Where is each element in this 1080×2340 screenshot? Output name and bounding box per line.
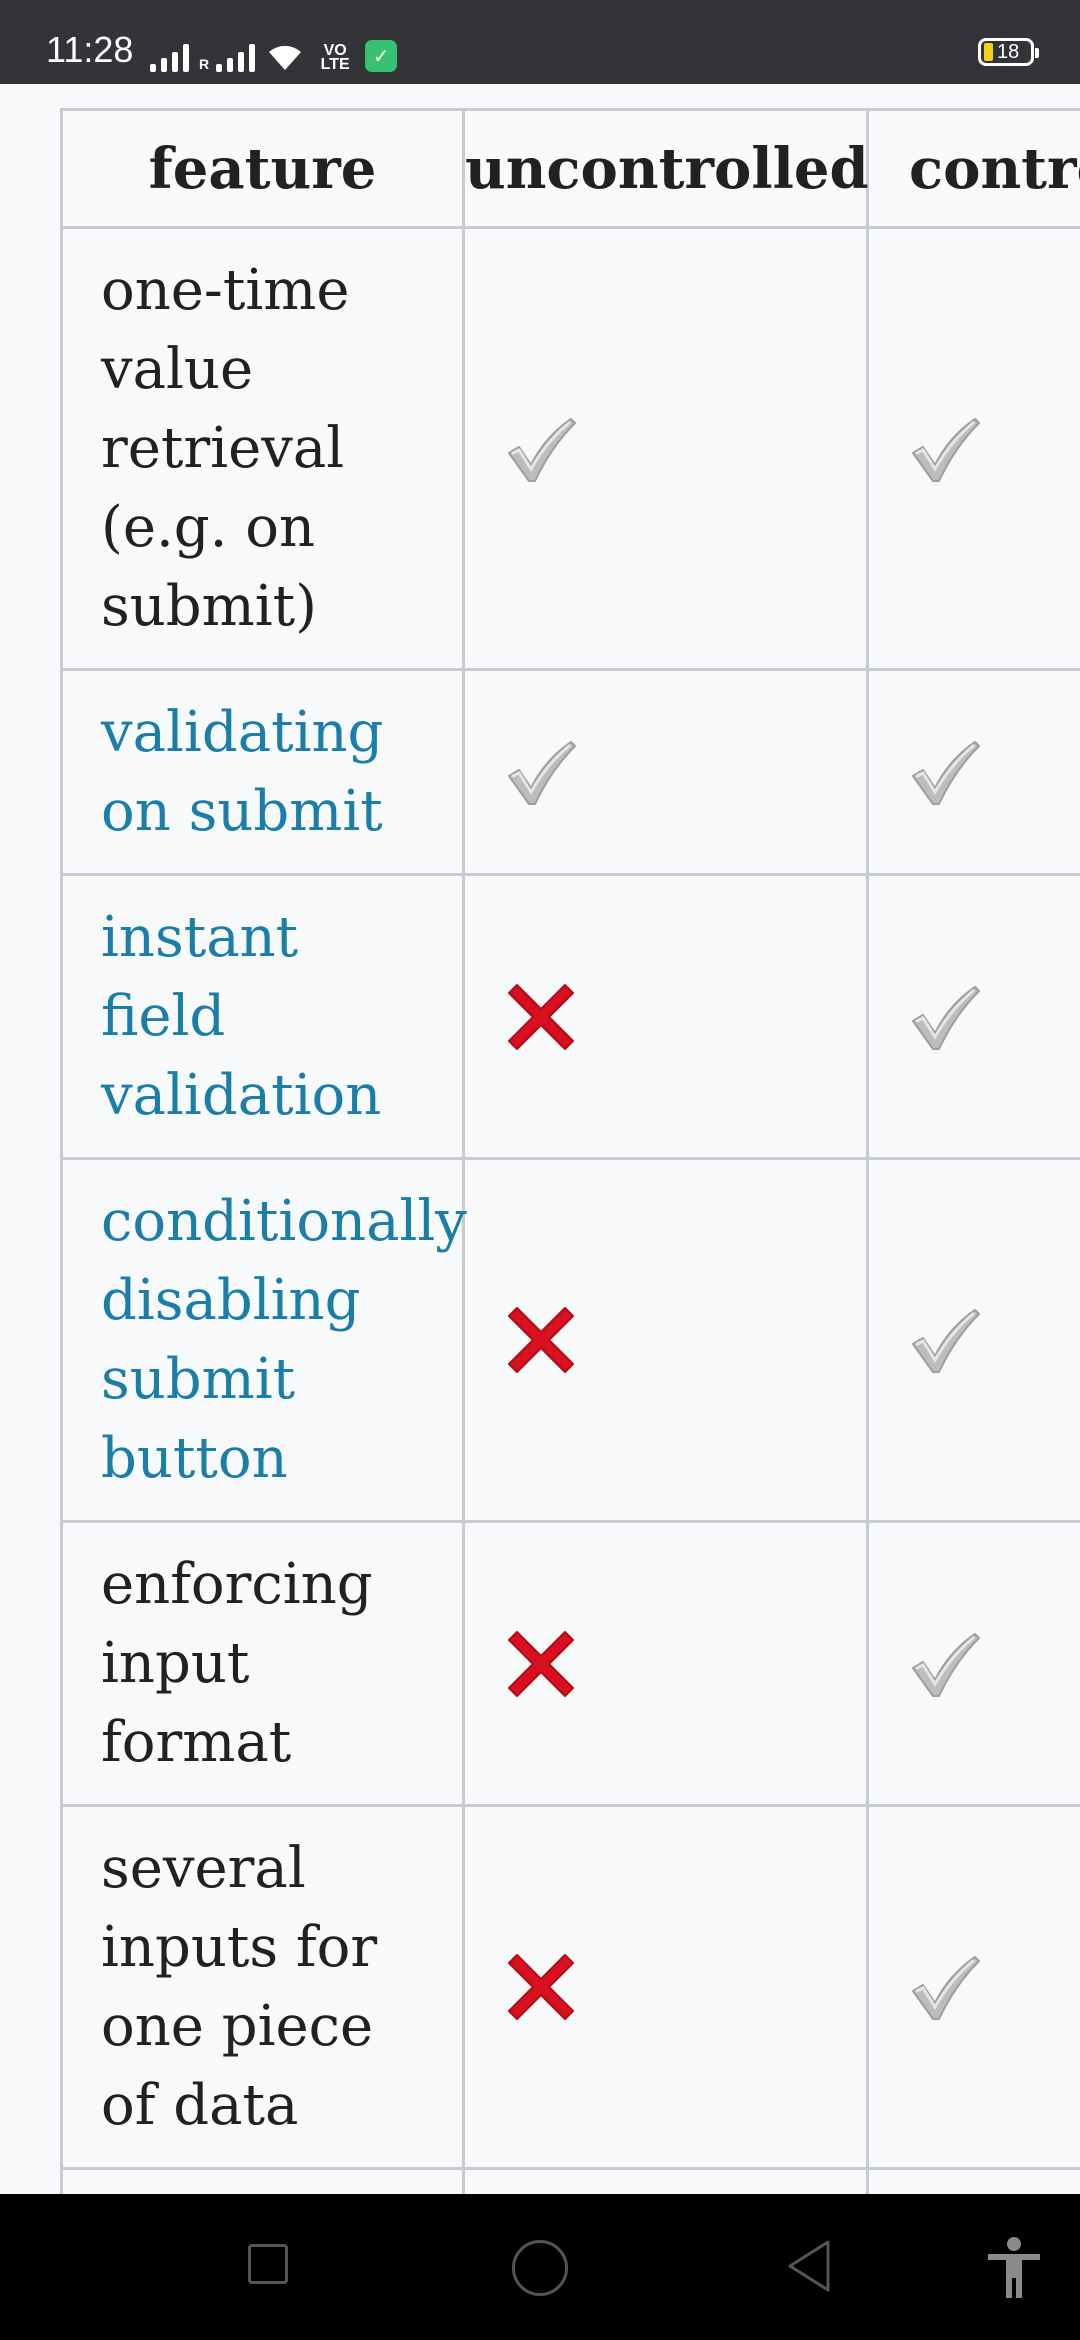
check-mark-icon	[912, 985, 980, 1050]
controlled-cell	[866, 226, 1080, 671]
uncontrolled-cell	[462, 668, 869, 876]
volte-icon: VO LTE	[315, 43, 355, 73]
controlled-cell	[866, 1804, 1080, 2170]
page-content[interactable]: feature uncontrolled controlled one-time…	[0, 84, 1080, 2194]
controlled-cell	[866, 2167, 1080, 2194]
battery-icon: 18	[978, 38, 1039, 66]
table-row: enforcing input format	[60, 1520, 1080, 1807]
check-mark-icon	[912, 1309, 980, 1373]
status-bar: 11:28 R VO LTE ✓ 18	[0, 0, 1080, 84]
header-feature: feature	[60, 108, 465, 229]
header-controlled: controlled	[866, 108, 1080, 229]
table-row: several inputs for one piece of data	[60, 1804, 1080, 2170]
uncontrolled-cell	[462, 1520, 869, 1807]
feature-cell: enforcing input format	[60, 1520, 465, 1807]
cross-mark-icon	[508, 983, 574, 1050]
table-header-row: feature uncontrolled controlled	[60, 108, 1080, 229]
cross-mark-icon	[508, 1954, 574, 2020]
navigation-bar	[0, 2194, 1080, 2340]
feature-link[interactable]: validating on submit	[60, 668, 465, 876]
check-mark-icon	[508, 741, 576, 805]
recent-apps-button[interactable]	[248, 2244, 288, 2284]
back-button[interactable]	[784, 2238, 834, 2294]
check-mark-icon	[912, 741, 980, 805]
table-row: one-time value retrieval (e.g. on submit…	[60, 226, 1080, 671]
header-uncontrolled: uncontrolled	[462, 108, 869, 229]
controlled-cell	[866, 1157, 1080, 1523]
check-mark-icon	[912, 1956, 980, 2020]
accessibility-button[interactable]	[984, 2236, 1044, 2300]
feature-cell: several inputs for one piece of data	[60, 1804, 465, 2170]
uncontrolled-cell	[462, 2167, 869, 2194]
uncontrolled-cell	[462, 226, 869, 671]
status-icons: R VO LTE ✓	[150, 32, 398, 73]
uncontrolled-cell	[462, 873, 869, 1160]
check-mark-icon	[912, 417, 980, 482]
table-row: conditionally disabling submit button	[60, 1157, 1080, 1523]
battery-level: 18	[997, 41, 1020, 63]
signal-2-icon: R	[199, 40, 256, 72]
table-row: validating on submit	[60, 668, 1080, 876]
controlled-cell	[866, 1520, 1080, 1807]
check-mark-icon	[508, 417, 576, 482]
home-button[interactable]	[512, 2240, 568, 2296]
uncontrolled-cell	[462, 1157, 869, 1523]
feature-link[interactable]: instant field validation	[60, 873, 465, 1160]
wifi-icon	[269, 45, 302, 70]
table-row: dynamic inputs	[60, 2167, 1080, 2194]
volte-bottom-label: LTE	[320, 56, 350, 73]
check-mark-icon	[912, 1632, 980, 1697]
signal-roaming-label: R	[199, 56, 210, 72]
signal-1-icon	[150, 40, 189, 72]
feature-link[interactable]: conditionally disabling submit button	[60, 1157, 467, 1523]
uncontrolled-cell	[462, 1804, 869, 2170]
status-time: 11:28	[46, 29, 134, 70]
feature-cell: one-time value retrieval (e.g. on submit…	[60, 226, 465, 671]
controlled-cell	[866, 668, 1080, 876]
table-row: instant field validation	[60, 873, 1080, 1160]
feature-link[interactable]: dynamic inputs	[60, 2167, 465, 2194]
app-notification-icon: ✓	[365, 40, 398, 72]
controlled-cell	[866, 873, 1080, 1160]
cross-mark-icon	[508, 1307, 574, 1373]
cross-mark-icon	[508, 1630, 574, 1697]
features-table: feature uncontrolled controlled one-time…	[60, 108, 1080, 2194]
